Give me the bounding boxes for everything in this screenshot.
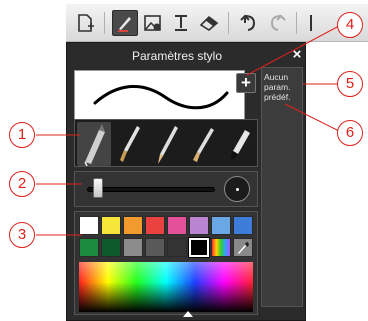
paintbrush-brush[interactable] [113, 122, 147, 166]
callout-5: 5 [337, 71, 363, 97]
color-spectrum[interactable] [79, 262, 253, 312]
color-swatch[interactable] [79, 238, 99, 257]
color-swatch[interactable] [145, 238, 165, 257]
undo-icon[interactable] [236, 10, 262, 36]
brush-type-row [74, 119, 258, 167]
no-presets-text: Aucun param. prédéf. [264, 72, 291, 102]
color-swatch[interactable] [123, 216, 143, 235]
marker-icon [230, 130, 250, 160]
presets-column: Aucun param. prédéf. [261, 67, 303, 307]
pen-size-row [74, 171, 258, 207]
collapse-arrow-icon[interactable] [183, 311, 193, 317]
pencil-icon [158, 126, 178, 164]
stroke-preview [74, 70, 245, 125]
color-swatch[interactable] [101, 238, 121, 257]
size-slider-thumb[interactable] [93, 178, 103, 198]
toolbar-divider [296, 12, 297, 34]
image-icon[interactable] [140, 10, 166, 36]
chisel-brush-icon [193, 128, 214, 162]
color-swatch[interactable] [79, 216, 99, 235]
pen-icon[interactable] [112, 10, 138, 36]
panel-title: Paramètres stylo [131, 49, 223, 63]
size-preview-dot [236, 188, 239, 191]
color-picker-rainbow[interactable] [211, 238, 231, 257]
callout-4: 4 [337, 12, 363, 38]
color-palette [74, 211, 258, 315]
chisel-brush[interactable] [185, 122, 219, 166]
pencil-brush[interactable] [149, 122, 183, 166]
color-swatch[interactable] [123, 238, 143, 257]
color-swatch[interactable] [145, 216, 165, 235]
color-swatch[interactable] [188, 237, 210, 258]
marker-brush[interactable] [221, 122, 255, 166]
color-swatch[interactable] [167, 238, 187, 257]
eyedropper-icon[interactable] [233, 238, 253, 257]
color-swatch[interactable] [233, 216, 253, 235]
callout-3: 3 [9, 222, 35, 248]
color-swatch[interactable] [211, 216, 231, 235]
redo-icon[interactable] [264, 10, 290, 36]
callout-2: 2 [9, 171, 35, 197]
more-icon[interactable] [302, 10, 328, 36]
toolbar-divider [104, 12, 105, 34]
fountain-pen-brush[interactable] [77, 122, 111, 167]
add-preset-button[interactable]: + [236, 73, 256, 93]
add-page-icon[interactable] [72, 10, 98, 36]
pen-settings-panel: Paramètres stylo × + Aucun param. prédéf… [66, 42, 306, 321]
screenshot-stage: Paramètres stylo × + Aucun param. prédéf… [0, 0, 368, 321]
callout-1: 1 [9, 122, 35, 148]
color-swatch[interactable] [189, 216, 209, 235]
toolbar-divider [228, 12, 229, 34]
callout-6: 6 [337, 120, 363, 146]
stroke-preview-line [93, 85, 229, 110]
color-swatch[interactable] [167, 216, 187, 235]
top-toolbar [66, 4, 368, 42]
paintbrush-icon [120, 126, 140, 162]
size-preview [224, 176, 250, 202]
close-button[interactable]: × [289, 46, 305, 64]
eraser-icon[interactable] [196, 10, 222, 36]
fountain-pen-icon [84, 124, 105, 167]
color-swatch[interactable] [101, 216, 121, 235]
text-icon[interactable] [168, 10, 194, 36]
size-slider-track[interactable] [87, 187, 215, 192]
